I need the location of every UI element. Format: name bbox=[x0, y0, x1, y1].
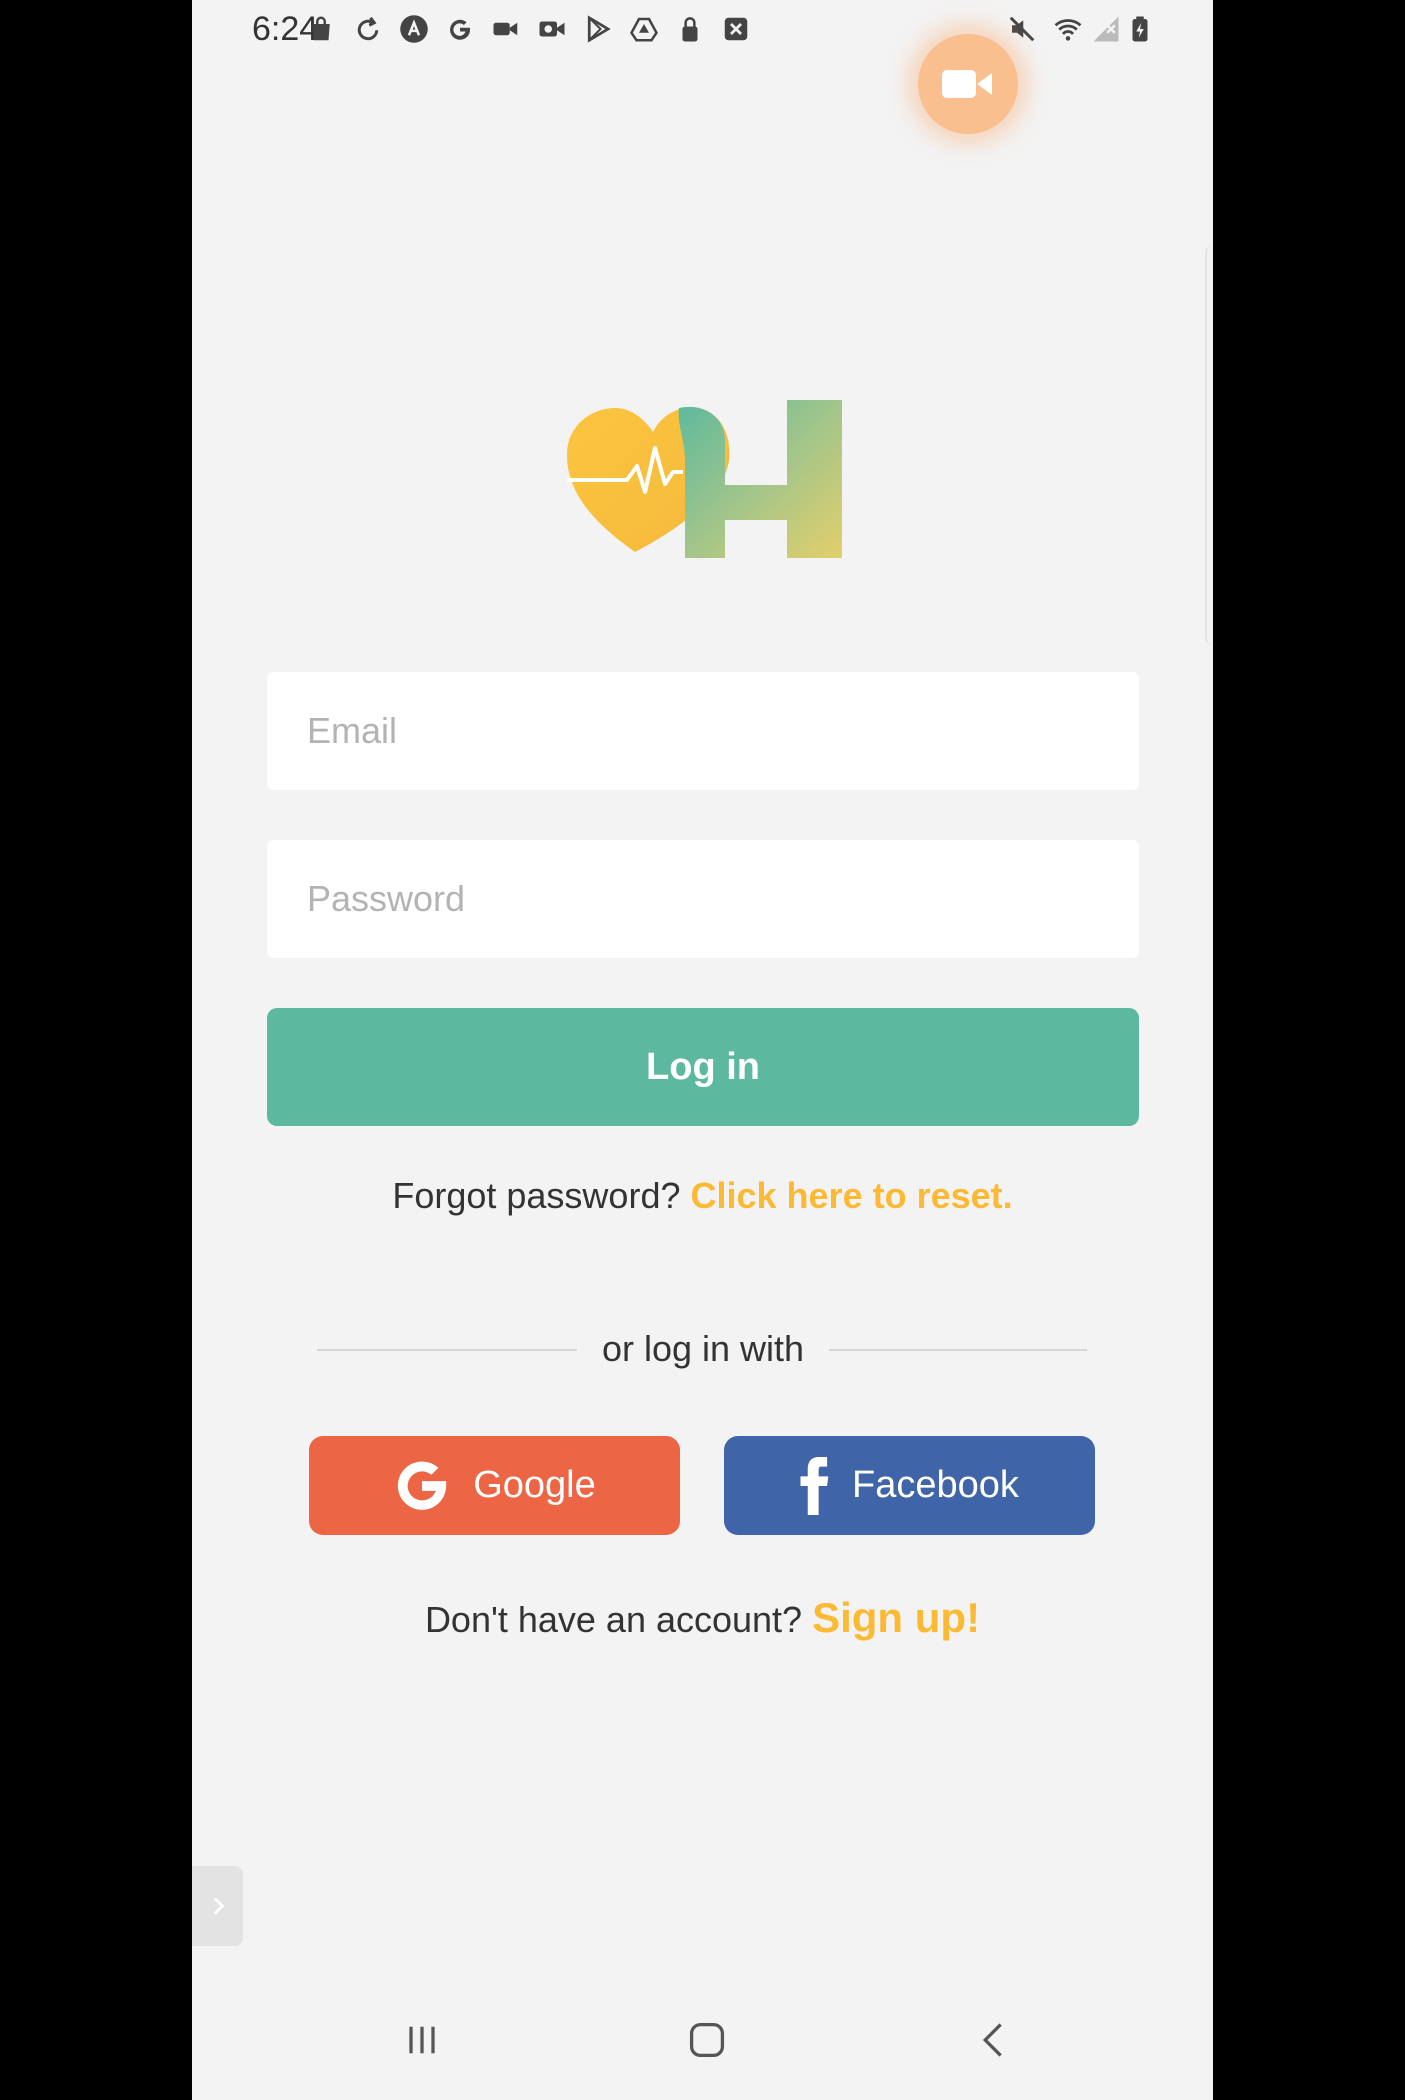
lock-icon bbox=[674, 13, 706, 45]
video-camera-icon bbox=[942, 70, 992, 98]
google-g-icon bbox=[393, 1457, 451, 1515]
signup-prompt-text: Don't have an account? bbox=[424, 1599, 803, 1640]
mute-icon bbox=[1006, 13, 1038, 45]
divider-line-right bbox=[829, 1349, 1087, 1351]
email-field[interactable] bbox=[267, 672, 1139, 790]
signup-row: Don't have an account? Sign up! bbox=[192, 1590, 1213, 1648]
reset-password-link[interactable]: Click here to reset. bbox=[691, 1175, 1013, 1216]
forgot-password-row: Forgot password? Click here to reset. bbox=[192, 1175, 1213, 1217]
edge-panel-handle[interactable] bbox=[1205, 245, 1213, 645]
drive-icon bbox=[628, 13, 660, 45]
social-divider: or log in with bbox=[317, 1325, 1087, 1373]
a-circle-icon bbox=[398, 13, 430, 45]
status-bar: 6:24 bbox=[192, 0, 1213, 62]
google-g-icon bbox=[444, 13, 476, 45]
app-logo bbox=[557, 380, 857, 565]
google-login-button[interactable]: Google bbox=[309, 1436, 680, 1535]
chevron-right-icon bbox=[213, 1897, 224, 1915]
screen-record-button[interactable] bbox=[918, 34, 1018, 134]
facebook-button-label: Facebook bbox=[852, 1464, 1019, 1506]
divider-text: or log in with bbox=[601, 1328, 805, 1369]
no-signal-icon bbox=[1090, 13, 1122, 45]
wifi-icon bbox=[1052, 13, 1084, 45]
video-record-icon bbox=[536, 13, 568, 45]
divider-line-left bbox=[317, 1349, 577, 1351]
back-button[interactable] bbox=[954, 2000, 1034, 2080]
back-icon bbox=[982, 2023, 1002, 2057]
close-box-icon bbox=[720, 13, 752, 45]
refresh-icon bbox=[352, 13, 384, 45]
google-button-label: Google bbox=[473, 1464, 596, 1506]
shopping-bag-icon bbox=[305, 13, 337, 45]
recents-icon bbox=[409, 2026, 435, 2054]
battery-charging-icon bbox=[1124, 13, 1156, 45]
home-button[interactable] bbox=[667, 2000, 747, 2080]
side-panel-tab[interactable] bbox=[192, 1866, 243, 1946]
recents-button[interactable] bbox=[382, 2000, 462, 2080]
video-camera-icon bbox=[490, 13, 522, 45]
home-icon bbox=[689, 2022, 725, 2058]
navigation-bar bbox=[192, 1990, 1213, 2090]
play-store-icon bbox=[582, 13, 614, 45]
password-field[interactable] bbox=[267, 840, 1139, 958]
signup-link[interactable]: Sign up! bbox=[812, 1594, 980, 1641]
login-button[interactable]: Log in bbox=[267, 1008, 1139, 1126]
phone-screen: 6:24 Email Log in Forgot password? Click… bbox=[192, 0, 1213, 2100]
forgot-password-text: Forgot password? bbox=[392, 1175, 681, 1216]
facebook-f-icon bbox=[800, 1456, 830, 1515]
facebook-login-button[interactable]: Facebook bbox=[724, 1436, 1095, 1535]
